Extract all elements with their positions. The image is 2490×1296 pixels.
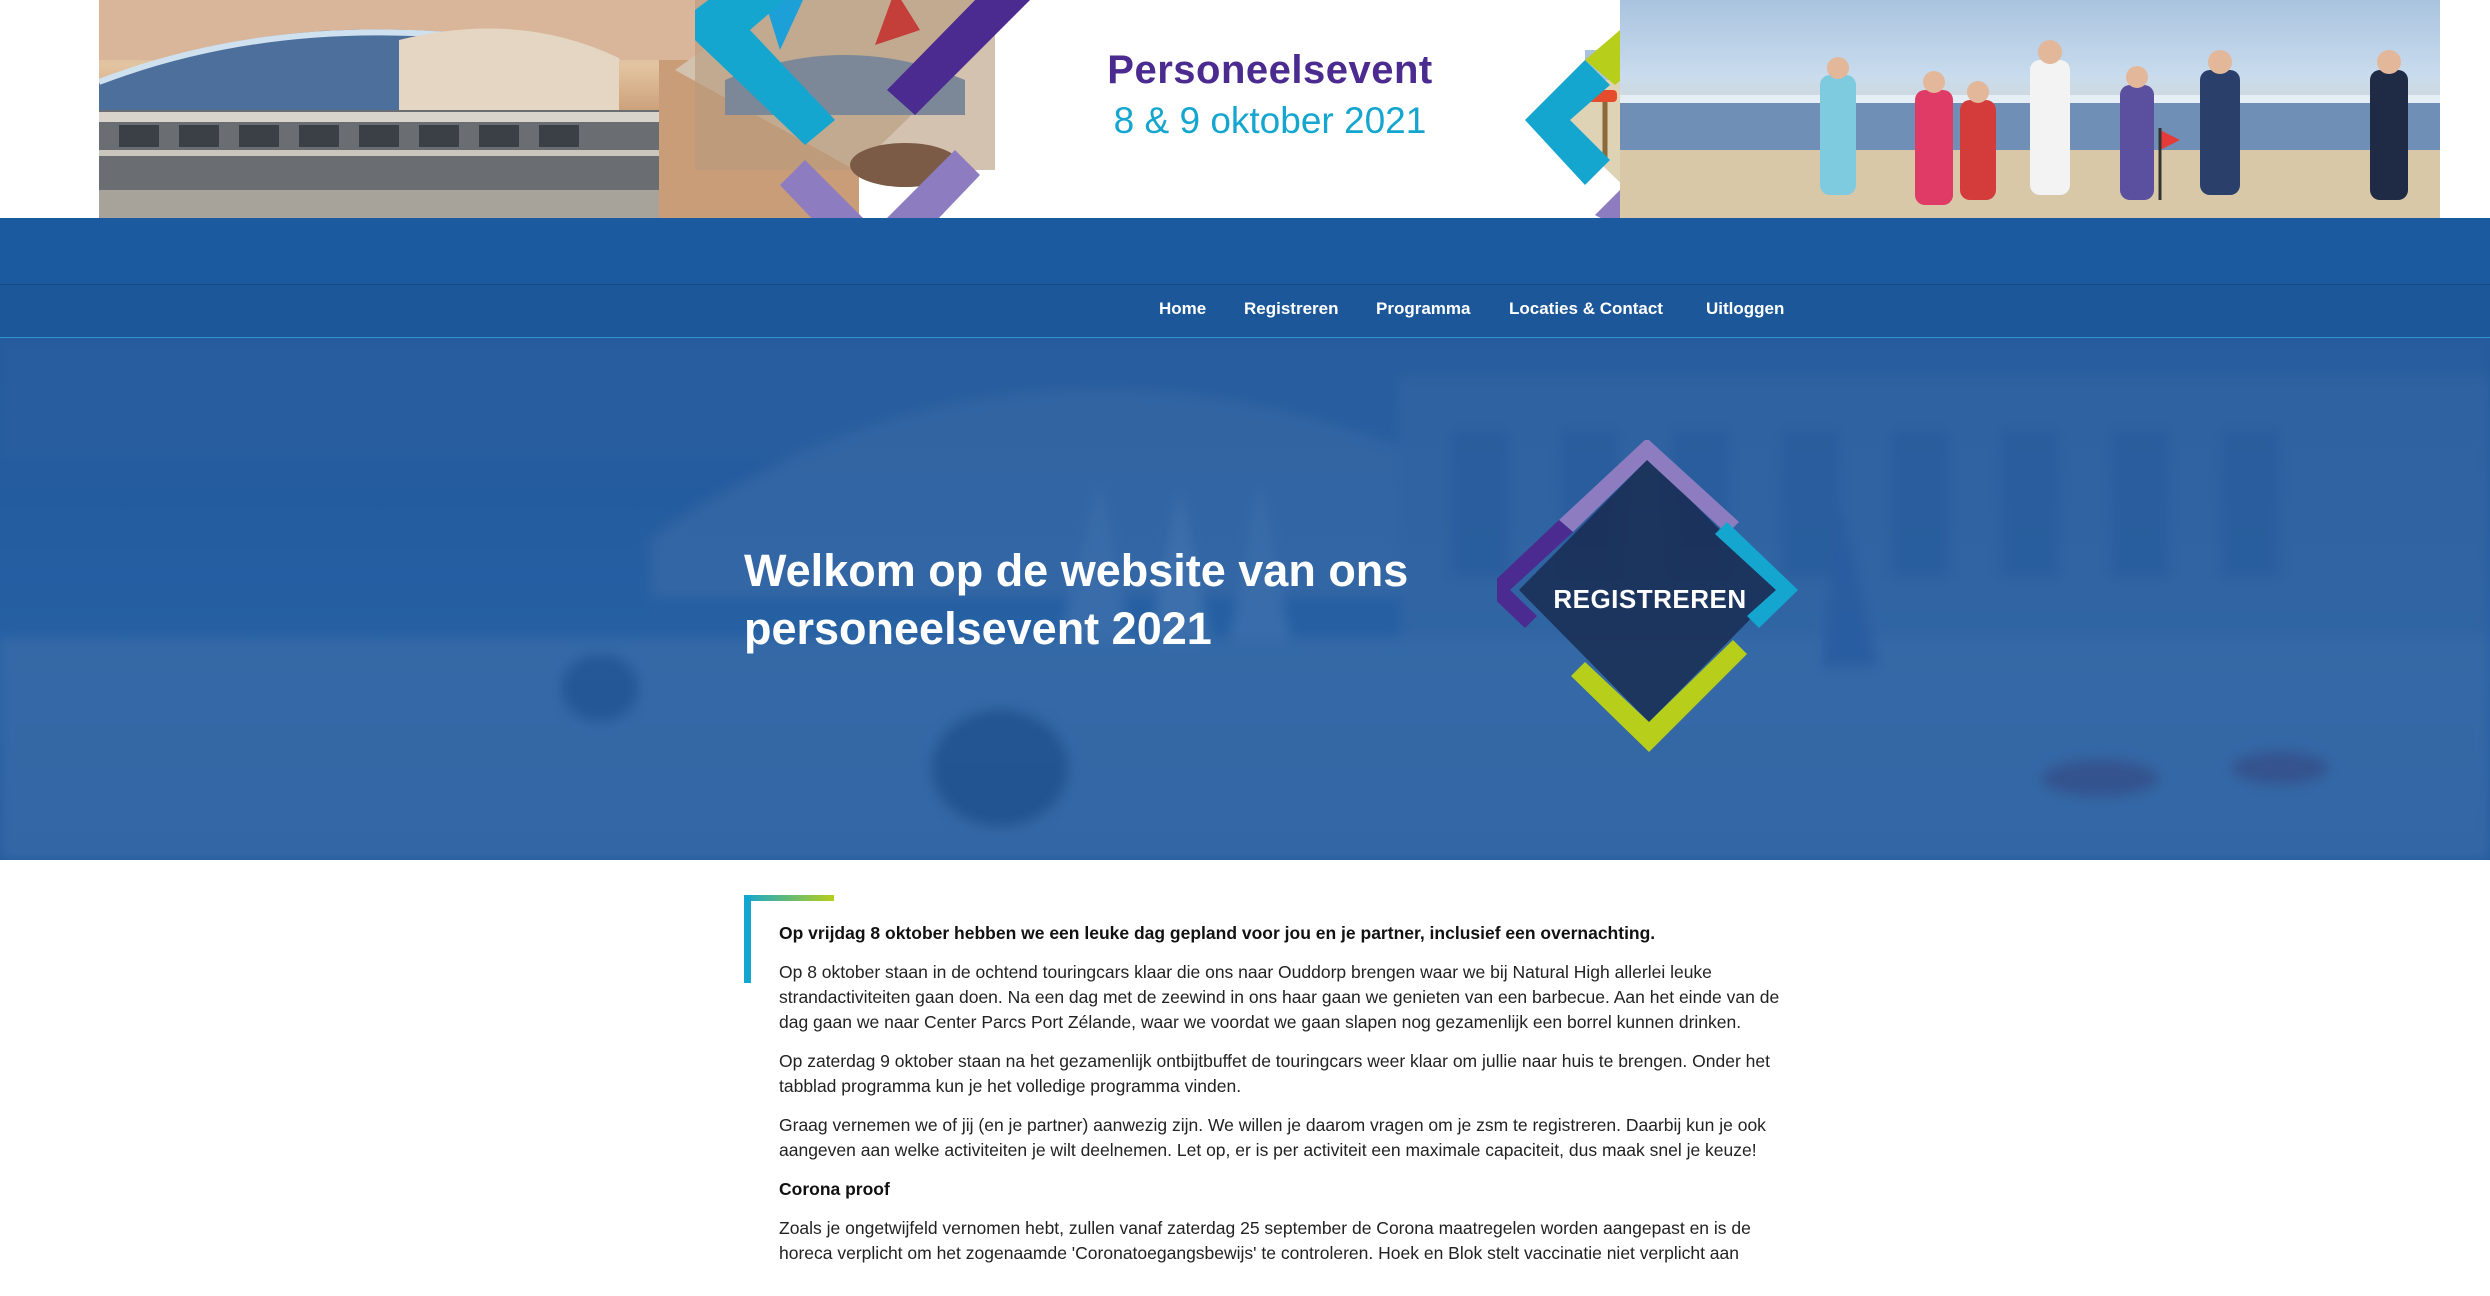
paragraph-day2: Op zaterdag 9 oktober staan na het gezam… (779, 1051, 1770, 1096)
nav-item-registreren[interactable]: Registreren (1244, 299, 1338, 319)
corona-heading: Corona proof (779, 1179, 890, 1199)
nav-item-programma[interactable]: Programma (1376, 299, 1470, 319)
intro-text: Op vrijdag 8 oktober hebben we een leuke… (779, 921, 1794, 1280)
banner-photo-people (1620, 0, 2440, 218)
hero-heading: Welkom op de website van ons personeelse… (744, 542, 1524, 658)
corona-text: Zoals je ongetwijfeld vernomen hebt, zul… (779, 1218, 1751, 1263)
paragraph-register: Graag vernemen we of jij (en je partner)… (779, 1115, 1766, 1160)
header-banner: Personeelsevent 8 & 9 oktober 2021 (0, 0, 2490, 285)
main-navigation: Home Registreren Programma Locaties & Co… (0, 284, 2490, 339)
event-dates: 8 & 9 oktober 2021 (1113, 100, 1427, 141)
nav-band (0, 218, 2490, 284)
paragraph-day1: Op 8 oktober staan in de ochtend touring… (779, 962, 1780, 1032)
nav-item-locaties-contact[interactable]: Locaties & Contact (1509, 299, 1663, 319)
hero-heading-line2: personeelsevent 2021 (744, 603, 1212, 654)
nav-item-home[interactable]: Home (1159, 299, 1206, 319)
hero-section: Welkom op de website van ons personeelse… (0, 338, 2490, 860)
hero-heading-line1: Welkom op de website van ons (744, 545, 1409, 596)
event-title: Personeelsevent (1107, 48, 1433, 92)
register-button-label[interactable]: REGISTREREN (1498, 584, 1802, 615)
nav-item-uitloggen[interactable]: Uitloggen (1706, 299, 1784, 319)
intro-bold: Op vrijdag 8 oktober hebben we een leuke… (779, 923, 1656, 943)
